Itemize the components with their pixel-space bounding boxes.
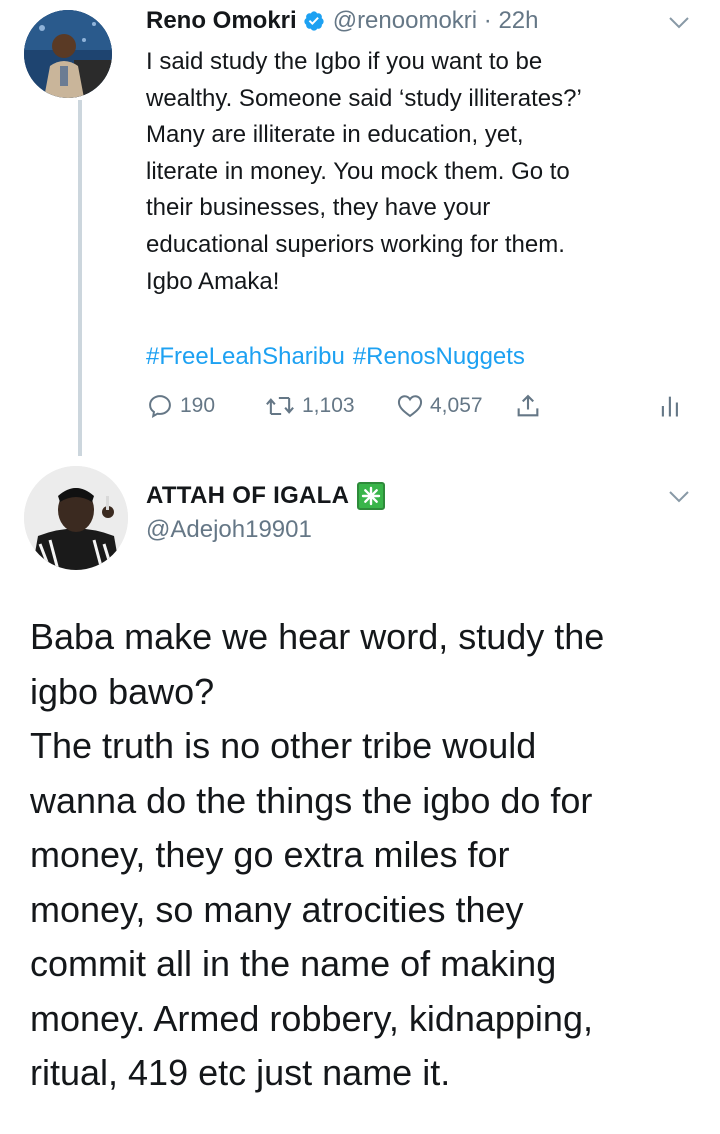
share-button[interactable] <box>514 388 548 424</box>
tweet-text: I said study the Igbo if you want to be … <box>146 48 582 295</box>
author-name[interactable]: Reno Omokri <box>146 7 297 35</box>
analytics-button[interactable] <box>656 388 690 424</box>
heart-icon <box>397 395 423 418</box>
author-name[interactable]: ATTAH OF IGALA <box>146 482 349 510</box>
hashtag-link[interactable]: #RenosNuggets <box>353 343 525 370</box>
author-row: Reno Omokri @renoomokri · 22h <box>146 6 539 36</box>
share-icon <box>517 394 539 417</box>
like-button[interactable]: 4,057 <box>396 388 483 424</box>
dot-separator: · <box>477 7 499 34</box>
tweet-text: Baba make we hear word, study the igbo b… <box>30 616 605 1093</box>
sparkle-emoji-icon <box>357 482 386 510</box>
reply-icon <box>149 395 171 419</box>
reply-count: 190 <box>180 394 216 417</box>
avatar[interactable] <box>24 466 128 570</box>
chevron-down-icon[interactable] <box>668 16 690 30</box>
verified-badge-icon <box>304 11 324 31</box>
analytics-icon <box>661 396 678 417</box>
hashtag-link[interactable]: #FreeLeahSharibu <box>146 343 345 370</box>
retweet-icon <box>266 396 294 416</box>
reply-button[interactable]: 190 <box>146 388 215 424</box>
retweet-count: 1,103 <box>302 394 355 417</box>
author-handle[interactable]: @Adejoh19901 <box>146 516 312 544</box>
like-count: 4,057 <box>430 394 483 417</box>
hashtags: #FreeLeahSharibu #RenosNuggets <box>146 339 533 375</box>
author-handle[interactable]: @renoomokri <box>333 7 477 35</box>
action-bar: 190 1,103 4,057 <box>146 388 706 424</box>
chevron-down-icon[interactable] <box>668 490 690 504</box>
avatar[interactable] <box>24 10 112 98</box>
tweet-time[interactable]: 22h <box>498 7 538 35</box>
tweet-main[interactable]: Reno Omokri @renoomokri · 22h I said stu… <box>0 0 720 460</box>
retweet-button[interactable]: 1,103 <box>264 388 355 424</box>
thread-line <box>78 100 82 456</box>
author-row: ATTAH OF IGALA <box>146 482 386 510</box>
